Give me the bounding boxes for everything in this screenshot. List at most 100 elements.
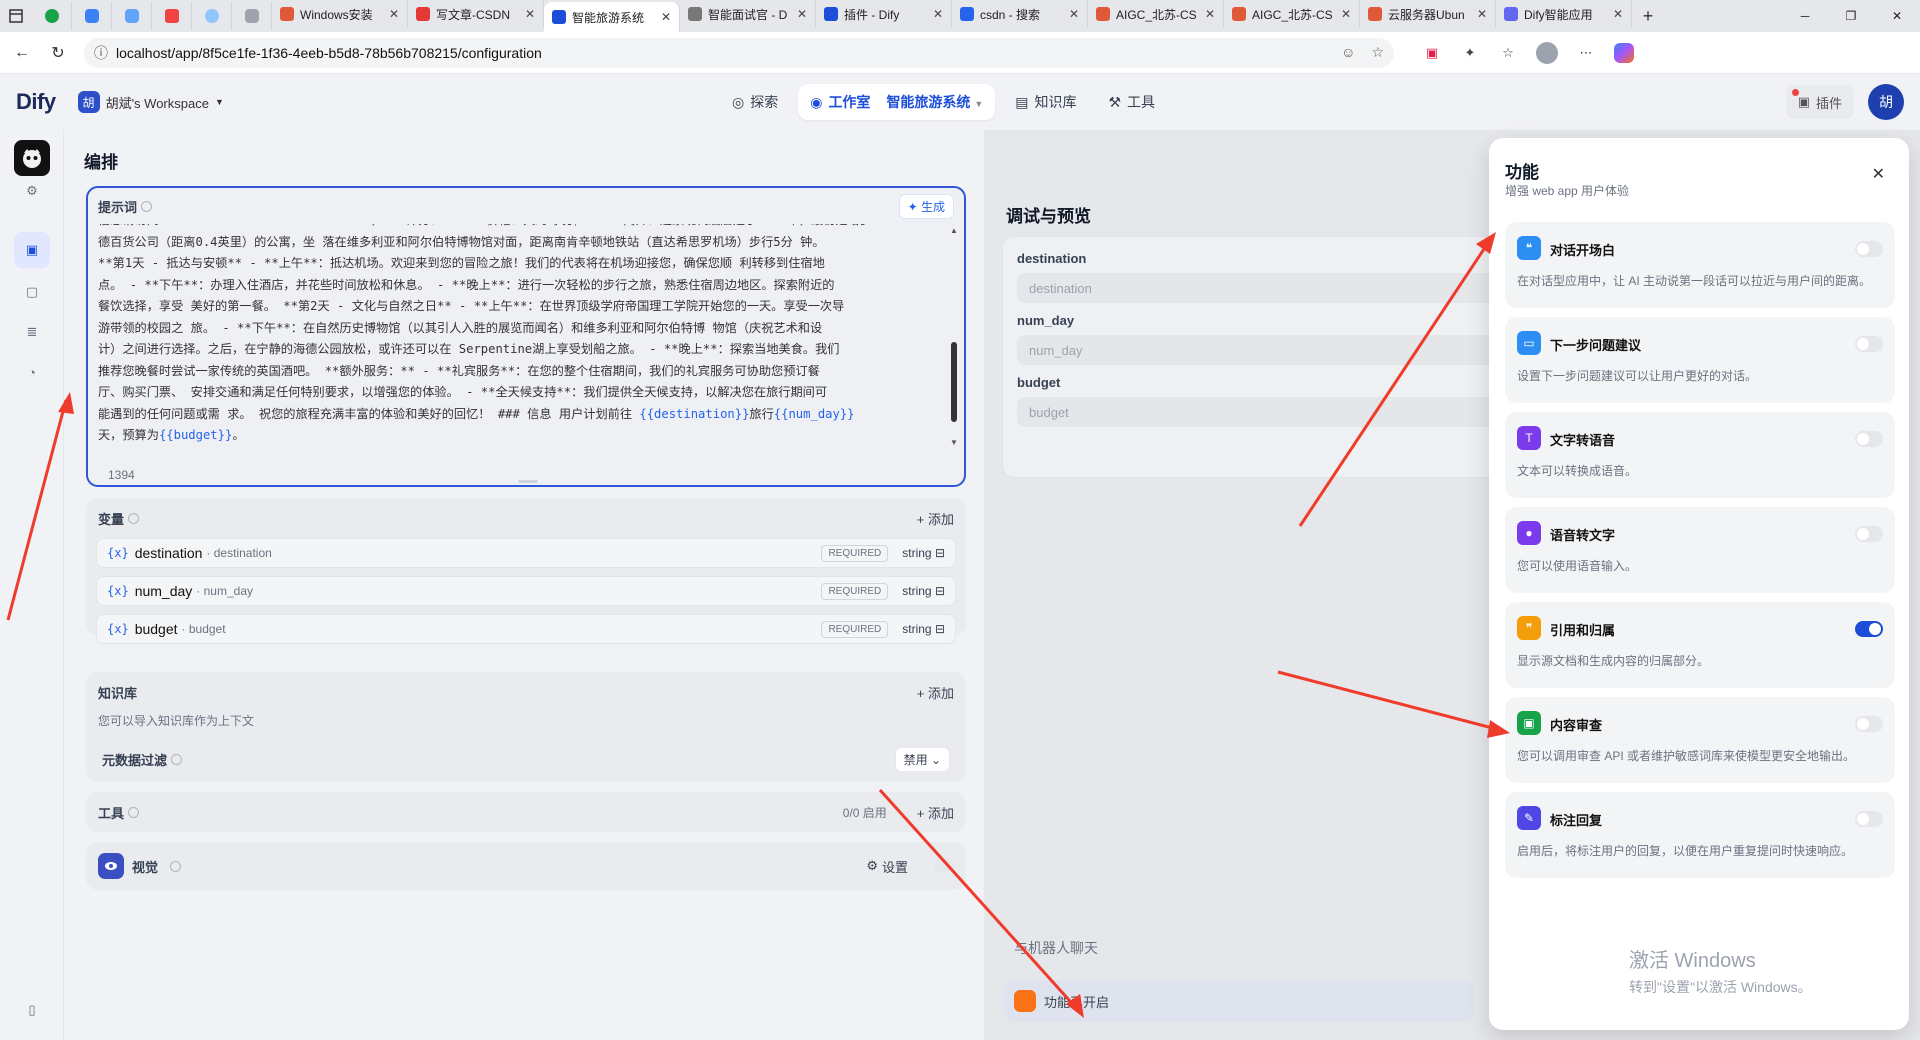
add-knowledge-button[interactable]: + 添加 bbox=[917, 683, 954, 702]
feature-toggle[interactable] bbox=[1855, 811, 1883, 827]
feature-toggle[interactable] bbox=[1855, 621, 1883, 637]
browser-tab[interactable]: 智能面试官 - D ✕ bbox=[680, 0, 816, 28]
profile-icon[interactable] bbox=[1536, 41, 1558, 64]
new-tab-button[interactable]: + bbox=[1632, 6, 1664, 27]
browser-tab[interactable]: Dify智能应用 ✕ bbox=[1496, 0, 1632, 28]
vision-toggle[interactable] bbox=[934, 859, 954, 873]
app-icon[interactable] bbox=[14, 140, 50, 176]
close-tab-icon[interactable]: ✕ bbox=[661, 10, 671, 24]
avatar[interactable]: 胡 bbox=[1868, 84, 1904, 120]
add-tool-button[interactable]: + 添加 bbox=[917, 803, 954, 822]
feature-toggle[interactable] bbox=[1855, 431, 1883, 447]
debug-field-input[interactable]: destination bbox=[1017, 273, 1497, 303]
edit-icon[interactable]: ⊟ bbox=[935, 546, 945, 560]
help-icon[interactable] bbox=[170, 860, 182, 872]
reload-icon[interactable]: ↻ bbox=[40, 35, 76, 71]
help-icon[interactable] bbox=[141, 200, 153, 212]
close-tab-icon[interactable]: ✕ bbox=[933, 7, 943, 21]
nav-tools[interactable]: ⚒ 工具 bbox=[1096, 84, 1167, 120]
debug-field-input[interactable]: budget bbox=[1017, 397, 1497, 427]
workspace-switcher[interactable]: 胡 胡斌's Workspace ▼ bbox=[77, 91, 224, 113]
features-enabled-bar[interactable]: 功能已开启 bbox=[1004, 980, 1474, 1022]
edit-icon[interactable]: ⊟ bbox=[935, 622, 945, 636]
dify-logo[interactable]: Dify bbox=[16, 89, 56, 115]
close-icon[interactable]: ✕ bbox=[1872, 164, 1885, 184]
extensions-puzzle-icon[interactable]: ✦ bbox=[1460, 43, 1480, 63]
close-tab-icon[interactable]: ✕ bbox=[1205, 7, 1215, 21]
pinned-tab[interactable] bbox=[32, 2, 72, 30]
feature-toggle[interactable] bbox=[1855, 526, 1883, 542]
pinned-tab[interactable] bbox=[232, 2, 272, 30]
close-tab-icon[interactable]: ✕ bbox=[797, 7, 807, 21]
favorite-star-icon[interactable]: ☆ bbox=[1371, 44, 1384, 61]
add-variable-button[interactable]: + 添加 bbox=[917, 509, 954, 528]
window-menu-icon[interactable] bbox=[0, 0, 32, 32]
browser-tab[interactable]: 插件 - Dify ✕ bbox=[816, 0, 952, 28]
feature-desc: 您可以使用语音输入。 bbox=[1517, 559, 1638, 573]
resize-handle[interactable] bbox=[518, 480, 538, 483]
edit-icon[interactable]: ⊟ bbox=[935, 584, 945, 598]
nav-studio[interactable]: ◉ 工作室 智能旅游系统 ▼ bbox=[798, 84, 996, 120]
close-tab-icon[interactable]: ✕ bbox=[525, 7, 535, 21]
app-switcher[interactable]: 智能旅游系统 ▼ bbox=[886, 92, 983, 112]
app-settings-icon[interactable]: ⚙ bbox=[14, 178, 50, 204]
scroll-down-icon[interactable]: ▼ bbox=[950, 438, 958, 447]
more-menu-icon[interactable]: ⋯ bbox=[1576, 43, 1596, 63]
close-tab-icon[interactable]: ✕ bbox=[1477, 7, 1487, 21]
browser-tab[interactable]: Windows安装 ✕ bbox=[272, 0, 408, 28]
nav-knowledge[interactable]: ▤ 知识库 bbox=[1003, 84, 1088, 120]
favorites-icon[interactable]: ☆ bbox=[1498, 43, 1518, 63]
variable-row[interactable]: {x} num_day · num_day REQUIRED string ⊟ bbox=[96, 576, 956, 606]
orchestrate-icon[interactable]: ▣ bbox=[14, 232, 50, 268]
char-count: 1394 bbox=[108, 468, 135, 482]
feature-toggle[interactable] bbox=[1855, 336, 1883, 352]
logs-icon[interactable]: ≣ bbox=[14, 314, 50, 350]
help-icon[interactable] bbox=[171, 753, 183, 765]
settings-label: 设置 bbox=[881, 859, 908, 875]
scroll-thumb[interactable] bbox=[951, 342, 957, 422]
pinned-tab[interactable] bbox=[72, 2, 112, 30]
close-window-icon[interactable]: ✕ bbox=[1874, 0, 1920, 32]
generate-button[interactable]: ✦ 生成 bbox=[898, 193, 954, 219]
close-tab-icon[interactable]: ✕ bbox=[1341, 7, 1351, 21]
prompt-editor[interactable]: 提示词 ✦ 生成 信息请访问www.sarova-rembrandthotel.… bbox=[86, 186, 966, 487]
help-icon[interactable] bbox=[128, 806, 140, 818]
help-icon[interactable] bbox=[128, 512, 140, 524]
browser-tab[interactable]: 写文章-CSDN ✕ bbox=[408, 0, 544, 28]
close-tab-icon[interactable]: ✕ bbox=[1613, 7, 1623, 21]
metadata-filter-select[interactable]: 禁用 ⌄ bbox=[894, 746, 950, 772]
vision-settings-button[interactable]: ⚙ 设置 bbox=[866, 857, 908, 876]
pinned-tab[interactable] bbox=[152, 2, 192, 30]
nav-explore[interactable]: ◎ 探索 bbox=[720, 84, 790, 120]
favicon-icon bbox=[1504, 7, 1518, 21]
pinned-tab[interactable] bbox=[192, 2, 232, 30]
feature-toggle[interactable] bbox=[1855, 716, 1883, 732]
api-access-icon[interactable]: ▢ bbox=[14, 274, 50, 310]
prompt-scrollbar[interactable]: ▲ ▼ bbox=[950, 226, 958, 447]
site-info-icon[interactable]: ⓘ bbox=[94, 43, 108, 63]
browser-tab[interactable]: csdn - 搜索 ✕ bbox=[952, 0, 1088, 28]
reader-icon[interactable]: ☺ bbox=[1341, 44, 1355, 61]
monitoring-icon[interactable]: ◔ bbox=[14, 354, 50, 390]
minimize-icon[interactable]: ─ bbox=[1782, 0, 1828, 32]
copilot-icon[interactable] bbox=[1614, 42, 1634, 63]
close-tab-icon[interactable]: ✕ bbox=[1069, 7, 1079, 21]
feature-toggle[interactable] bbox=[1855, 241, 1883, 257]
url-field[interactable]: ⓘ localhost/app/8f5ce1fe-1f36-4eeb-b5d8-… bbox=[84, 37, 1394, 68]
scroll-up-icon[interactable]: ▲ bbox=[950, 226, 958, 235]
browser-tab[interactable]: 云服务器Ubun ✕ bbox=[1360, 0, 1496, 28]
browser-tab[interactable]: AIGC_北苏-CS ✕ bbox=[1224, 0, 1360, 28]
browser-tab[interactable]: AIGC_北苏-CS ✕ bbox=[1088, 0, 1224, 28]
pinned-tab[interactable] bbox=[112, 2, 152, 30]
variable-row[interactable]: {x} budget · budget REQUIRED string ⊟ bbox=[96, 614, 956, 644]
close-tab-icon[interactable]: ✕ bbox=[389, 7, 399, 21]
browser-tab[interactable]: 智能旅游系统 ✕ bbox=[544, 2, 680, 32]
prompt-text[interactable]: 信息请访问www.sarova-rembrandthotel.com） - 评分… bbox=[98, 224, 943, 442]
variable-row[interactable]: {x} destination · destination REQUIRED stri… bbox=[96, 538, 956, 568]
debug-field-input[interactable]: num_day bbox=[1017, 335, 1497, 365]
extension-icon[interactable]: ▣ bbox=[1422, 43, 1442, 63]
maximize-icon[interactable]: ❐ bbox=[1828, 0, 1874, 32]
collapse-sidebar-icon[interactable]: ▯ bbox=[14, 992, 50, 1028]
plugins-button[interactable]: ▣ 插件 bbox=[1785, 85, 1854, 119]
back-icon[interactable]: ← bbox=[4, 35, 40, 71]
